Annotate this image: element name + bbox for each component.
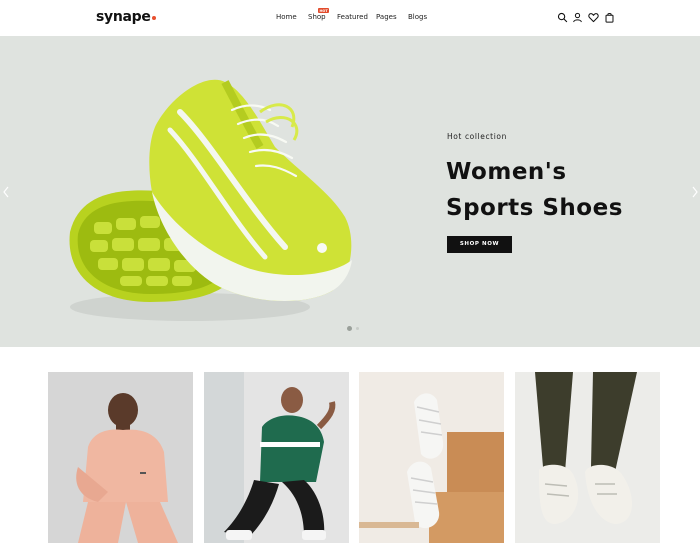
hero-shoe-image [69,79,352,321]
product-grid [0,372,700,543]
product-card[interactable] [359,372,504,543]
slider-dot-active[interactable] [347,326,352,331]
search-icon[interactable] [557,12,568,23]
nav-blogs[interactable]: Blogs [408,13,427,21]
product-image-white-sneakers-bench [359,372,504,543]
product-image-green-tee [204,372,349,543]
nav-pages[interactable]: Pages [376,13,397,21]
product-card[interactable] [48,372,193,543]
hero-title-line-2: Sports Shoes [446,195,623,221]
heart-icon[interactable] [588,12,599,23]
hero-title-line-1: Women's [446,159,567,185]
hero-subtitle: Hot collection [447,132,507,141]
chevron-right-icon[interactable] [691,186,699,198]
product-image-pink-tracksuit [48,372,193,543]
user-icon[interactable] [572,12,583,23]
site-header: synape Home Shop Featured Pages Blogs HO… [0,0,700,36]
shop-now-button[interactable]: SHOP NOW [447,236,512,253]
product-image-white-sneakers-olive [515,372,660,543]
product-card[interactable] [204,372,349,543]
product-card[interactable] [515,372,660,543]
shop-hot-badge: HOT [318,8,330,13]
hero-title: Women's Sports Shoes [446,154,623,226]
nav-shop[interactable]: Shop [308,13,326,21]
nav-home[interactable]: Home [276,13,297,21]
slider-pagination [347,326,367,332]
nav-featured[interactable]: Featured [337,13,368,21]
chevron-left-icon[interactable] [2,186,10,198]
cart-icon[interactable] [604,12,615,23]
slider-dot[interactable] [356,327,359,330]
hero-slider: Hot collection Women's Sports Shoes SHOP… [0,36,700,347]
